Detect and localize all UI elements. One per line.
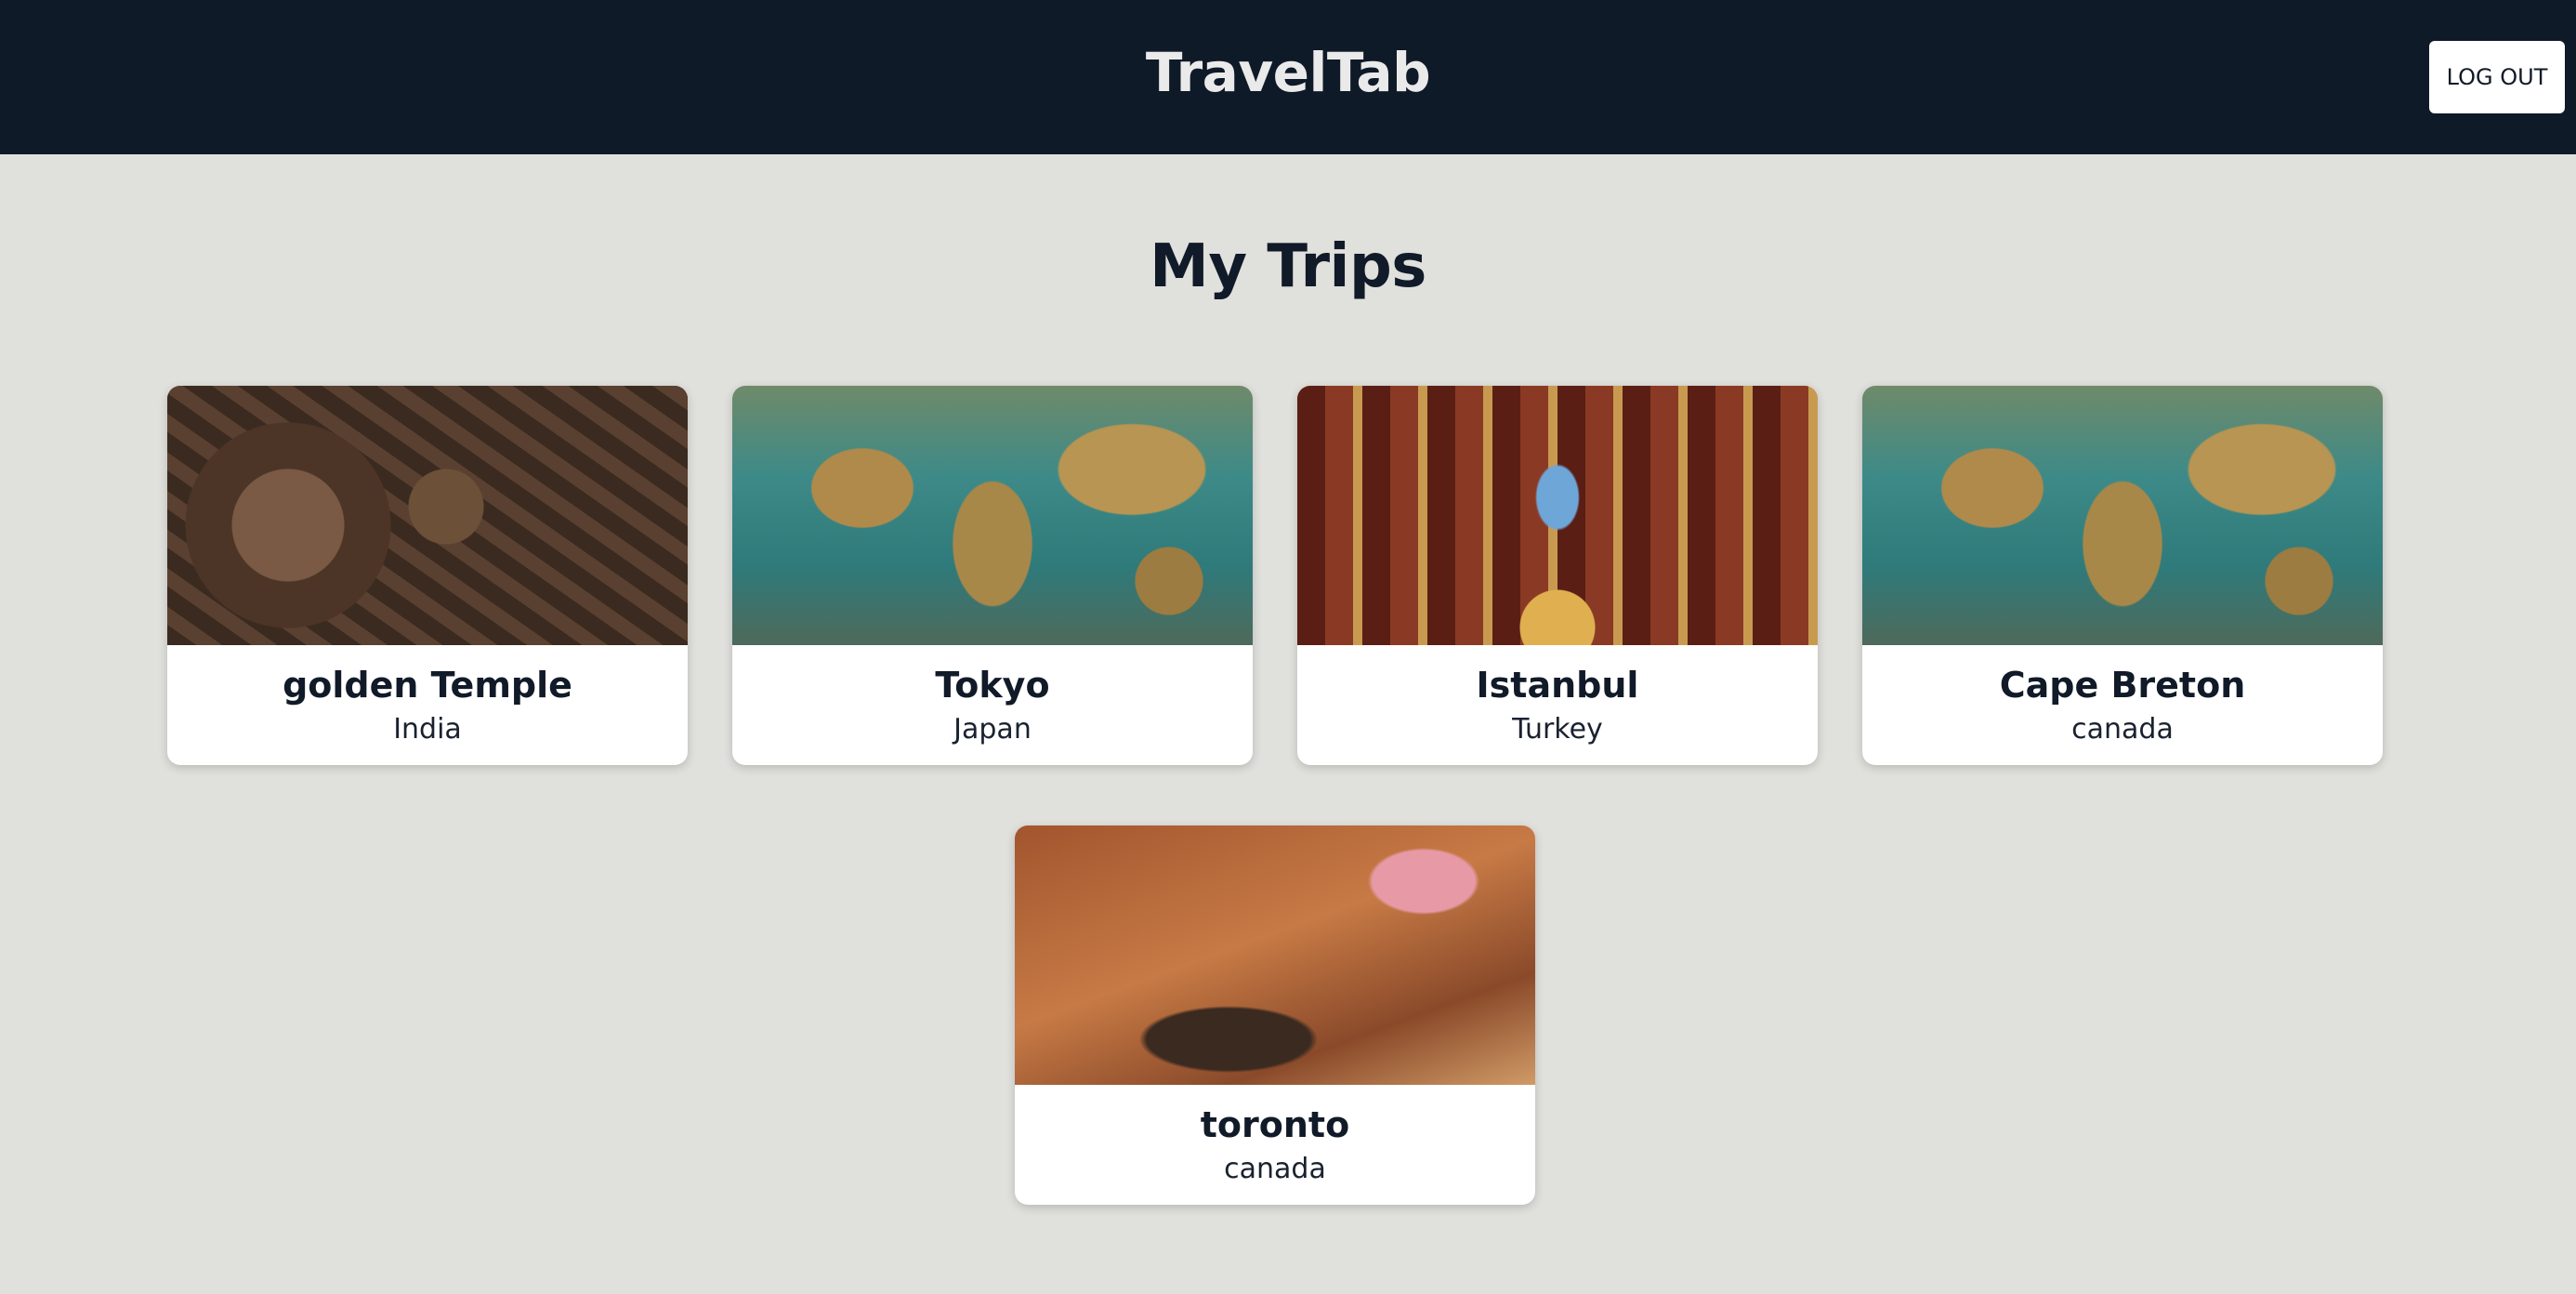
trip-country: India [393,713,462,746]
trip-name: golden Temple [283,665,572,706]
trip-card[interactable]: Istanbul Turkey [1297,386,1818,765]
trip-image [1297,386,1818,645]
trip-card[interactable]: Tokyo Japan [732,386,1253,765]
trip-card[interactable]: toronto canada [1015,825,1535,1205]
trip-country: Japan [953,713,1032,746]
trip-image [167,386,688,645]
trip-card[interactable]: golden Temple India [167,386,688,765]
trip-image [1862,386,2383,645]
brand-title[interactable]: TravelTab [0,41,2576,104]
trip-image [732,386,1253,645]
trip-name: Cape Breton [1999,665,2246,706]
trip-image [1015,825,1535,1085]
trip-country: canada [1224,1153,1326,1185]
trip-name: Tokyo [935,665,1050,706]
page-title: My Trips [1150,232,1426,301]
logout-button[interactable]: LOG OUT [2429,41,2565,113]
top-nav-bar: TravelTab LOG OUT [0,0,2576,154]
trip-name: toronto [1200,1104,1350,1145]
trip-country: canada [2071,713,2174,746]
trip-name: Istanbul [1476,665,1639,706]
trip-country: Turkey [1512,713,1603,746]
trip-card[interactable]: Cape Breton canada [1862,386,2383,765]
